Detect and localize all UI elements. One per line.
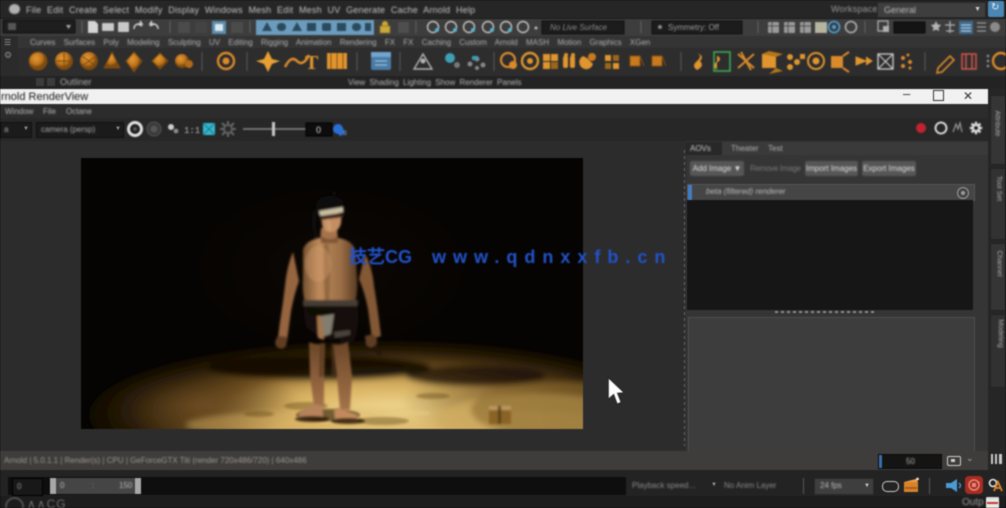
svg-text:B: B	[343, 131, 347, 137]
svg-text:No Live Surface: No Live Surface	[550, 23, 607, 32]
svg-text:0: 0	[316, 125, 321, 135]
svg-text:1:1: 1:1	[184, 126, 200, 136]
svg-text:T: T	[305, 52, 319, 74]
svg-text:Symmetry: Off: Symmetry: Off	[668, 23, 720, 32]
